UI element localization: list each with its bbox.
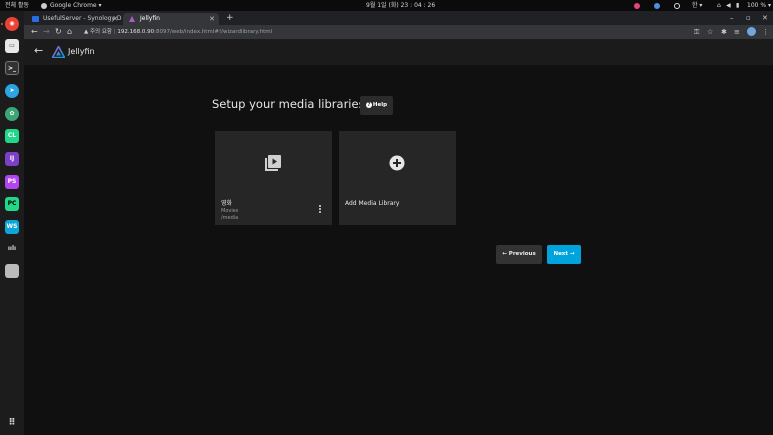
close-tab-icon[interactable]: ✕ xyxy=(209,13,215,25)
input-method[interactable]: 한 ▾ xyxy=(692,0,702,11)
synology-favicon-icon xyxy=(32,16,39,22)
app-menu[interactable]: Google Chrome ▾ xyxy=(50,0,102,11)
tab-synology[interactable]: UsefulServer - Synology D ✕ xyxy=(26,13,122,25)
reload-icon[interactable]: ↻ xyxy=(55,25,62,39)
extensions-icon[interactable]: ✱ xyxy=(721,25,727,39)
page-title: Setup your media libraries xyxy=(212,97,365,111)
library-card[interactable]: 영화 Movies /media xyxy=(215,131,332,225)
add-library-card[interactable]: Add Media Library xyxy=(339,131,456,225)
chrome-app-icon[interactable]: ◉ xyxy=(5,17,19,31)
webstorm-app-icon[interactable]: WS xyxy=(5,220,19,234)
library-type: Movies xyxy=(221,208,239,214)
status-icon[interactable] xyxy=(654,2,660,9)
bookmark-star-icon[interactable]: ☆ xyxy=(707,25,713,39)
running-indicator xyxy=(1,23,3,25)
battery-icon[interactable]: ▮ xyxy=(736,0,739,11)
battery-percent[interactable]: 100 % ▾ xyxy=(747,0,771,11)
vlc-app-icon[interactable]: ıılı xyxy=(5,242,19,256)
jellyfin-logo-icon xyxy=(52,46,65,58)
files-app-icon[interactable]: ▭ xyxy=(5,39,19,53)
more-options-icon[interactable] xyxy=(319,205,322,214)
omnibox[interactable]: ▲ 주의 요함 | 192.168.0.90:8097/web/index.ht… xyxy=(84,27,684,37)
forward-icon[interactable]: → xyxy=(43,25,50,39)
notification-icon[interactable] xyxy=(634,2,640,9)
telegram-app-icon[interactable]: ➤ xyxy=(5,84,19,98)
sync-icon[interactable] xyxy=(674,2,680,9)
security-label[interactable]: 주의 요함 xyxy=(90,29,112,35)
tab-label: UsefulServer - Synology D xyxy=(43,15,122,22)
chrome-small-icon xyxy=(41,2,47,9)
home-icon[interactable]: ⌂ xyxy=(67,25,72,39)
menu-dots-icon[interactable]: ⋮ xyxy=(762,25,769,39)
new-tab-button[interactable]: + xyxy=(226,11,234,25)
jellyfin-favicon-icon xyxy=(129,16,135,22)
clock[interactable]: 9월 1일 (화) 23 : 04 : 26 xyxy=(366,0,435,11)
media-control-icon[interactable]: ≡ xyxy=(734,25,740,39)
browser-window: UsefulServer - Synology D ✕ Jellyfin ✕ +… xyxy=(24,11,773,435)
close-tab-icon[interactable]: ✕ xyxy=(112,13,118,25)
previous-button[interactable]: ← Previous xyxy=(496,245,542,264)
tab-strip: UsefulServer - Synology D ✕ Jellyfin ✕ +… xyxy=(24,11,773,25)
volume-icon[interactable]: ◀ xyxy=(726,0,731,11)
library-name: 영화 xyxy=(221,200,233,207)
tab-label: Jellyfin xyxy=(140,15,160,22)
back-arrow-icon[interactable]: ← xyxy=(34,44,43,57)
library-path: /media xyxy=(221,215,239,221)
brand-name: Jellyfin xyxy=(68,47,95,56)
network-icon[interactable]: ⌂ xyxy=(717,0,721,11)
krita-app-icon[interactable]: ✿ xyxy=(5,107,19,121)
profile-avatar[interactable] xyxy=(747,27,756,36)
close-window-icon[interactable]: ✕ xyxy=(762,11,768,25)
warning-icon[interactable]: ▲ xyxy=(84,29,88,35)
url-path: :8097/web/index.html#!/wizardlibrary.htm… xyxy=(154,29,273,35)
dock: ◉ ▭ >_ ➤ ✿ CL IJ PS PC WS ıılı ⠿ xyxy=(0,11,24,435)
clion-app-icon[interactable]: CL xyxy=(5,129,19,143)
key-icon[interactable]: ⚿ xyxy=(694,25,699,39)
next-button[interactable]: Next → xyxy=(547,245,581,264)
url-host: 192.168.0.90 xyxy=(117,29,155,35)
back-icon[interactable]: ← xyxy=(31,25,38,39)
tab-jellyfin[interactable]: Jellyfin ✕ xyxy=(123,13,219,25)
minimize-icon[interactable]: – xyxy=(730,11,734,25)
trash-app-icon[interactable] xyxy=(5,264,19,278)
help-icon: ? xyxy=(365,101,372,108)
add-library-label: Add Media Library xyxy=(345,200,400,207)
apps-grid-icon[interactable]: ⠿ xyxy=(5,416,19,430)
activities-button[interactable]: 전체 활동 xyxy=(5,0,29,11)
pycharm-app-icon[interactable]: PC xyxy=(5,197,19,211)
system-top-bar: 전체 활동 Google Chrome ▾ 9월 1일 (화) 23 : 04 … xyxy=(0,0,773,11)
phpstorm-app-icon[interactable]: PS xyxy=(5,175,19,189)
intellij-app-icon[interactable]: IJ xyxy=(5,152,19,166)
maximize-icon[interactable]: ▫ xyxy=(746,11,751,25)
jellyfin-header: ← Jellyfin xyxy=(24,39,773,65)
video-library-icon xyxy=(265,155,281,171)
add-circle-icon xyxy=(389,155,405,171)
help-label: Help xyxy=(372,102,388,108)
address-bar-row: ← → ↻ ⌂ ▲ 주의 요함 | 192.168.0.90:8097/web/… xyxy=(24,25,773,39)
help-button[interactable]: ? Help xyxy=(360,96,393,115)
terminal-app-icon[interactable]: >_ xyxy=(5,61,19,75)
